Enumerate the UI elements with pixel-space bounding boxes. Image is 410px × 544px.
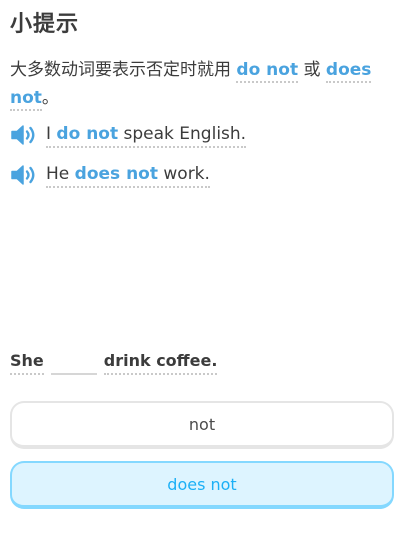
tip-text-connector: 或 bbox=[298, 60, 326, 80]
choice-not-button[interactable]: not bbox=[10, 401, 394, 449]
tip-description: 大多数动词要表示否定时就用 do not 或 does not。 bbox=[10, 56, 400, 112]
speaker-icon[interactable] bbox=[10, 123, 38, 147]
example-2-text[interactable]: He does not work. bbox=[46, 163, 210, 188]
tip-text-prefix: 大多数动词要表示否定时就用 bbox=[10, 60, 237, 80]
keyword-do-not[interactable]: do not bbox=[236, 60, 299, 83]
speaker-icon[interactable] bbox=[10, 163, 38, 187]
exercise-word-before[interactable]: She bbox=[10, 351, 44, 375]
example-1-subject: I bbox=[46, 123, 57, 144]
example-2-keyword: does not bbox=[74, 163, 158, 184]
example-2-subject: He bbox=[46, 163, 75, 184]
example-sentence-1: I do not speak English. bbox=[10, 122, 247, 148]
answer-blank bbox=[50, 353, 97, 375]
choice-does-not-button[interactable]: does not bbox=[10, 461, 394, 509]
exercise-word-after[interactable]: drink coffee. bbox=[103, 351, 218, 375]
example-2-rest: work. bbox=[157, 163, 210, 184]
example-1-keyword: do not bbox=[56, 123, 119, 144]
example-sentence-2: He does not work. bbox=[10, 162, 210, 188]
exercise-sentence: She drink coffee. bbox=[10, 351, 218, 375]
tips-screen: 小提示 大多数动词要表示否定时就用 do not 或 does not。 I d… bbox=[0, 0, 410, 544]
tip-text-suffix: 。 bbox=[41, 88, 59, 108]
tip-title: 小提示 bbox=[10, 12, 80, 37]
example-1-text[interactable]: I do not speak English. bbox=[46, 123, 247, 148]
example-1-rest: speak English. bbox=[118, 123, 247, 144]
